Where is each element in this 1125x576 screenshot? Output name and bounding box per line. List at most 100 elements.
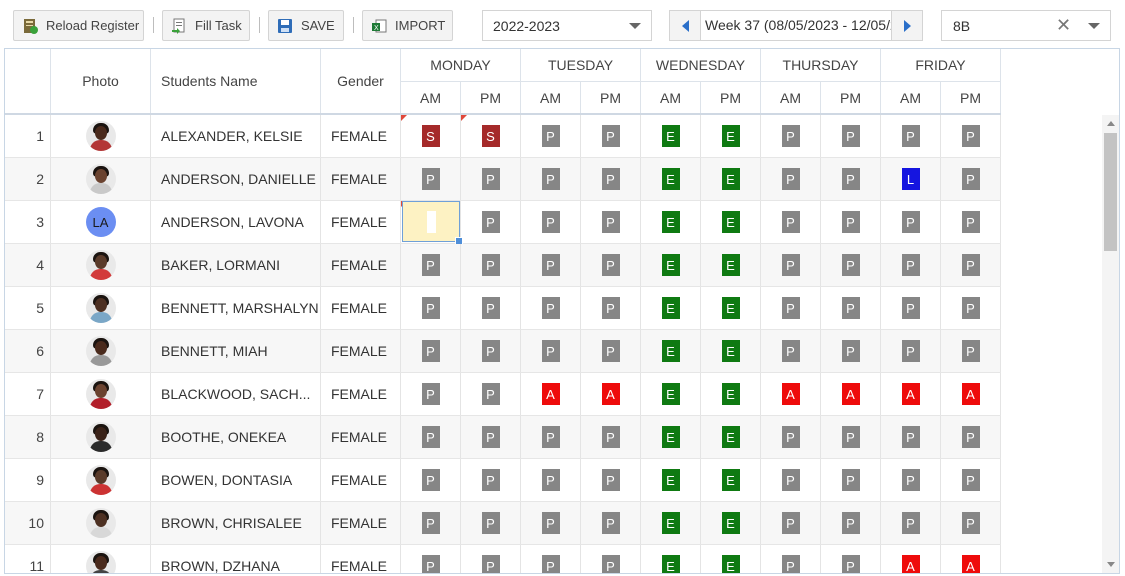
attendance-cell[interactable]: E bbox=[641, 373, 701, 415]
attendance-cell[interactable]: E bbox=[641, 416, 701, 458]
attendance-cell[interactable] bbox=[401, 201, 463, 245]
attendance-cell[interactable]: P bbox=[461, 459, 521, 501]
attendance-cell[interactable]: P bbox=[401, 244, 461, 286]
table-row[interactable]: 10 BROWN, CHRISALEE FEMALE P P P P E E P P P P bbox=[5, 502, 1001, 545]
attendance-cell[interactable]: P bbox=[581, 416, 641, 458]
attendance-cell[interactable]: P bbox=[581, 244, 641, 286]
attendance-cell[interactable]: P bbox=[821, 502, 881, 544]
attendance-cell[interactable]: P bbox=[881, 416, 941, 458]
attendance-cell[interactable]: P bbox=[401, 330, 461, 372]
table-row[interactable]: 11 BROWN, DZHANA FEMALE P P P P E E P P A A bbox=[5, 545, 1001, 573]
chevron-down-icon[interactable] bbox=[629, 23, 641, 29]
table-row[interactable]: 9 BOWEN, DONTASIA FEMALE P P P P E E P P P P bbox=[5, 459, 1001, 502]
attendance-cell[interactable]: P bbox=[821, 158, 881, 200]
attendance-cell[interactable]: P bbox=[941, 287, 1001, 329]
attendance-cell[interactable]: P bbox=[521, 545, 581, 573]
attendance-cell[interactable]: P bbox=[821, 330, 881, 372]
attendance-cell[interactable]: P bbox=[521, 287, 581, 329]
attendance-cell[interactable]: P bbox=[761, 545, 821, 573]
attendance-cell[interactable]: P bbox=[461, 373, 521, 415]
attendance-cell[interactable]: P bbox=[761, 201, 821, 243]
import-button[interactable]: X IMPORT bbox=[362, 10, 453, 41]
next-week-button[interactable] bbox=[891, 11, 922, 40]
attendance-cell[interactable]: E bbox=[701, 115, 761, 157]
attendance-cell[interactable]: P bbox=[821, 115, 881, 157]
attendance-cell[interactable]: E bbox=[641, 115, 701, 157]
attendance-cell[interactable]: P bbox=[521, 330, 581, 372]
attendance-cell[interactable]: P bbox=[401, 459, 461, 501]
attendance-cell[interactable]: P bbox=[761, 158, 821, 200]
attendance-cell[interactable]: E bbox=[641, 244, 701, 286]
attendance-cell[interactable]: P bbox=[881, 330, 941, 372]
students-name-header[interactable]: Students Name bbox=[151, 49, 321, 113]
scrollbar-thumb[interactable] bbox=[1104, 133, 1117, 251]
attendance-cell[interactable]: P bbox=[461, 545, 521, 573]
attendance-cell[interactable]: P bbox=[881, 287, 941, 329]
table-row[interactable]: 1 ALEXANDER, KELSIE FEMALE S S P P E E P P P P bbox=[5, 115, 1001, 158]
attendance-cell[interactable]: P bbox=[401, 158, 461, 200]
attendance-cell[interactable]: P bbox=[821, 201, 881, 243]
attendance-cell[interactable]: P bbox=[821, 545, 881, 573]
attendance-cell[interactable]: A bbox=[761, 373, 821, 415]
attendance-cell[interactable]: E bbox=[641, 545, 701, 573]
attendance-cell[interactable]: A bbox=[881, 373, 941, 415]
attendance-cell[interactable]: E bbox=[701, 459, 761, 501]
attendance-cell[interactable]: P bbox=[581, 287, 641, 329]
attendance-cell[interactable]: P bbox=[761, 115, 821, 157]
attendance-cell[interactable]: A bbox=[521, 373, 581, 415]
attendance-cell[interactable]: P bbox=[821, 459, 881, 501]
attendance-cell[interactable]: E bbox=[701, 373, 761, 415]
attendance-cell[interactable]: P bbox=[881, 244, 941, 286]
table-row[interactable]: 8 BOOTHE, ONEKEA FEMALE P P P P E E P P P P bbox=[5, 416, 1001, 459]
attendance-cell[interactable]: P bbox=[521, 115, 581, 157]
attendance-cell[interactable]: P bbox=[461, 416, 521, 458]
attendance-cell[interactable]: P bbox=[581, 502, 641, 544]
attendance-cell[interactable]: S bbox=[401, 115, 461, 157]
attendance-cell[interactable]: E bbox=[701, 287, 761, 329]
attendance-cell[interactable]: E bbox=[701, 416, 761, 458]
attendance-cell[interactable]: P bbox=[761, 330, 821, 372]
attendance-cell[interactable]: P bbox=[581, 115, 641, 157]
attendance-cell[interactable]: P bbox=[761, 244, 821, 286]
attendance-cell[interactable]: P bbox=[401, 416, 461, 458]
attendance-cell[interactable]: P bbox=[941, 459, 1001, 501]
attendance-cell[interactable]: P bbox=[761, 287, 821, 329]
attendance-cell[interactable]: E bbox=[701, 201, 761, 243]
attendance-cell[interactable]: P bbox=[881, 459, 941, 501]
attendance-cell[interactable]: E bbox=[701, 330, 761, 372]
class-select[interactable]: 8B ✕ bbox=[941, 10, 1111, 41]
attendance-cell[interactable]: P bbox=[521, 201, 581, 243]
attendance-cell[interactable]: P bbox=[461, 287, 521, 329]
clear-icon[interactable]: ✕ bbox=[1056, 15, 1071, 36]
reload-register-button[interactable]: Reload Register bbox=[13, 10, 144, 41]
attendance-cell[interactable]: P bbox=[521, 502, 581, 544]
attendance-cell[interactable]: P bbox=[941, 502, 1001, 544]
attendance-cell[interactable]: P bbox=[401, 502, 461, 544]
attendance-cell[interactable]: P bbox=[581, 545, 641, 573]
attendance-cell[interactable]: L bbox=[881, 158, 941, 200]
attendance-cell[interactable]: P bbox=[881, 502, 941, 544]
attendance-cell[interactable]: P bbox=[461, 158, 521, 200]
attendance-cell[interactable]: E bbox=[641, 287, 701, 329]
attendance-cell[interactable]: E bbox=[641, 459, 701, 501]
table-row[interactable]: 7 BLACKWOOD, SACH... FEMALE P P A A E E A A A A bbox=[5, 373, 1001, 416]
attendance-cell[interactable]: E bbox=[641, 502, 701, 544]
attendance-cell[interactable]: P bbox=[941, 244, 1001, 286]
school-year-select[interactable]: 2022-2023 bbox=[482, 10, 652, 41]
attendance-cell[interactable]: E bbox=[701, 158, 761, 200]
attendance-cell[interactable]: P bbox=[401, 287, 461, 329]
attendance-cell[interactable]: E bbox=[701, 244, 761, 286]
table-row[interactable]: 5 BENNETT, MARSHALYN FEMALE P P P P E E P P P P bbox=[5, 287, 1001, 330]
attendance-cell[interactable]: A bbox=[941, 373, 1001, 415]
attendance-cell[interactable]: P bbox=[761, 416, 821, 458]
attendance-cell[interactable]: P bbox=[581, 158, 641, 200]
table-row[interactable]: 6 BENNETT, MIAH FEMALE P P P P E E P P P P bbox=[5, 330, 1001, 373]
table-row[interactable]: 2 ANDERSON, DANIELLE FEMALE P P P P E E P P L P bbox=[5, 158, 1001, 201]
attendance-cell[interactable]: P bbox=[521, 244, 581, 286]
attendance-cell[interactable]: S bbox=[461, 115, 521, 157]
attendance-cell[interactable]: P bbox=[581, 459, 641, 501]
attendance-cell[interactable]: P bbox=[821, 287, 881, 329]
attendance-cell[interactable]: P bbox=[761, 459, 821, 501]
scroll-down-icon[interactable] bbox=[1107, 562, 1115, 567]
attendance-cell[interactable]: P bbox=[761, 502, 821, 544]
